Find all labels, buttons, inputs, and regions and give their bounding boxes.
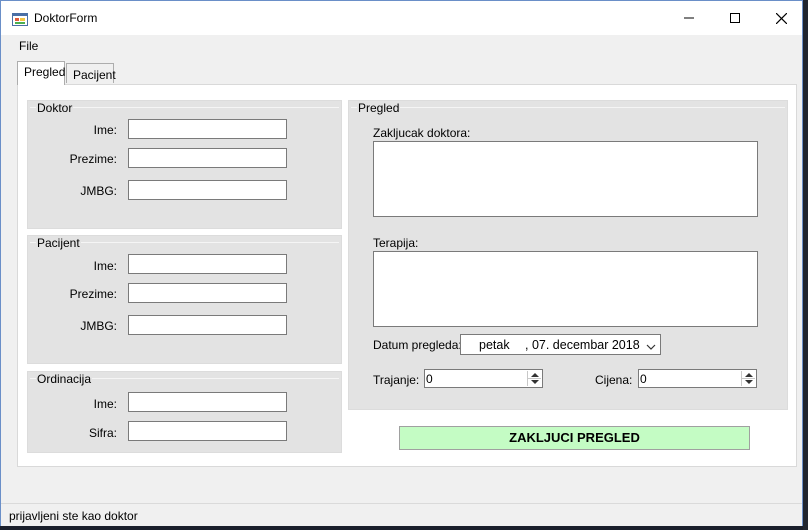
spin-up-icon[interactable] bbox=[745, 373, 753, 377]
maximize-icon bbox=[730, 13, 740, 23]
datum-day: petak bbox=[479, 338, 510, 352]
trajanje-spin-arrows[interactable] bbox=[527, 371, 541, 386]
title-bar[interactable]: DoktorForm bbox=[1, 1, 802, 35]
chevron-down-icon[interactable] bbox=[646, 340, 656, 354]
ordinacija-ime-label: Ime: bbox=[93, 397, 117, 411]
menu-file[interactable]: File bbox=[19, 39, 38, 53]
maximize-button[interactable] bbox=[712, 1, 758, 35]
terapija-textarea[interactable] bbox=[373, 251, 758, 327]
trajanje-stepper[interactable]: 0 bbox=[424, 369, 543, 388]
doktor-prezime-field[interactable] bbox=[128, 148, 287, 168]
spin-separator bbox=[742, 378, 755, 379]
doktor-ime-field[interactable] bbox=[128, 119, 287, 139]
spin-separator bbox=[528, 378, 541, 379]
menu-bar: File bbox=[1, 36, 802, 58]
doktor-prezime-label: Prezime: bbox=[69, 152, 117, 166]
ordinacija-ime-field[interactable] bbox=[128, 392, 287, 412]
zakljucak-label: Zakljucak doktora: bbox=[373, 126, 471, 140]
close-button[interactable] bbox=[758, 1, 804, 35]
app-form-icon bbox=[12, 11, 28, 27]
spin-up-icon[interactable] bbox=[531, 373, 539, 377]
status-bar: prijavljeni ste kao doktor bbox=[1, 503, 802, 526]
doktor-group-title: Doktor bbox=[36, 101, 74, 115]
minimize-button[interactable] bbox=[666, 1, 712, 35]
datum-label: Datum pregleda: bbox=[373, 338, 462, 352]
cijena-spin-arrows[interactable] bbox=[741, 371, 755, 386]
tab-pregled[interactable]: Pregled bbox=[17, 61, 65, 85]
cijena-label: Cijena: bbox=[595, 373, 633, 387]
tab-pacijent[interactable]: Pacijent bbox=[66, 63, 116, 83]
doktor-jmbg-field[interactable] bbox=[128, 180, 287, 200]
minimize-icon bbox=[684, 17, 694, 19]
pacijent-ime-label: Ime: bbox=[93, 259, 117, 273]
doktor-ime-label: Ime: bbox=[93, 123, 117, 137]
spin-down-icon[interactable] bbox=[531, 380, 539, 384]
status-text: prijavljeni ste kao doktor bbox=[9, 509, 138, 523]
ordinacija-sifra-label: Sifra: bbox=[88, 426, 117, 440]
cijena-value: 0 bbox=[640, 372, 647, 386]
zakljucak-textarea[interactable] bbox=[373, 141, 758, 217]
cijena-stepper[interactable]: 0 bbox=[638, 369, 757, 388]
close-icon bbox=[775, 12, 787, 24]
pacijent-jmbg-field[interactable] bbox=[128, 315, 287, 335]
doktor-form-window: DoktorForm File Pregled Pacijent Doktor … bbox=[0, 0, 803, 526]
pregled-group-title: Pregled bbox=[357, 101, 401, 115]
pacijent-jmbg-label: JMBG: bbox=[80, 319, 117, 333]
pacijent-prezime-field[interactable] bbox=[128, 283, 287, 303]
trajanje-label: Trajanje: bbox=[373, 373, 420, 387]
window-title: DoktorForm bbox=[34, 11, 98, 25]
terapija-label: Terapija: bbox=[373, 236, 419, 250]
pacijent-prezime-label: Prezime: bbox=[69, 287, 117, 301]
pacijent-ime-field[interactable] bbox=[128, 254, 287, 274]
spin-down-icon[interactable] bbox=[745, 380, 753, 384]
pacijent-group-title: Pacijent bbox=[36, 236, 81, 250]
desktop-background bbox=[803, 0, 808, 530]
zakljuci-pregled-button[interactable]: ZAKLJUCI PREGLED bbox=[399, 426, 750, 450]
ordinacija-group-title: Ordinacija bbox=[36, 372, 93, 386]
ordinacija-sifra-field[interactable] bbox=[128, 421, 287, 441]
datum-date: , 07. decembar 2018 bbox=[525, 338, 640, 352]
datum-pregleda-picker[interactable]: petak , 07. decembar 2018 bbox=[460, 334, 661, 355]
doktor-jmbg-label: JMBG: bbox=[80, 184, 117, 198]
trajanje-value: 0 bbox=[426, 372, 433, 386]
